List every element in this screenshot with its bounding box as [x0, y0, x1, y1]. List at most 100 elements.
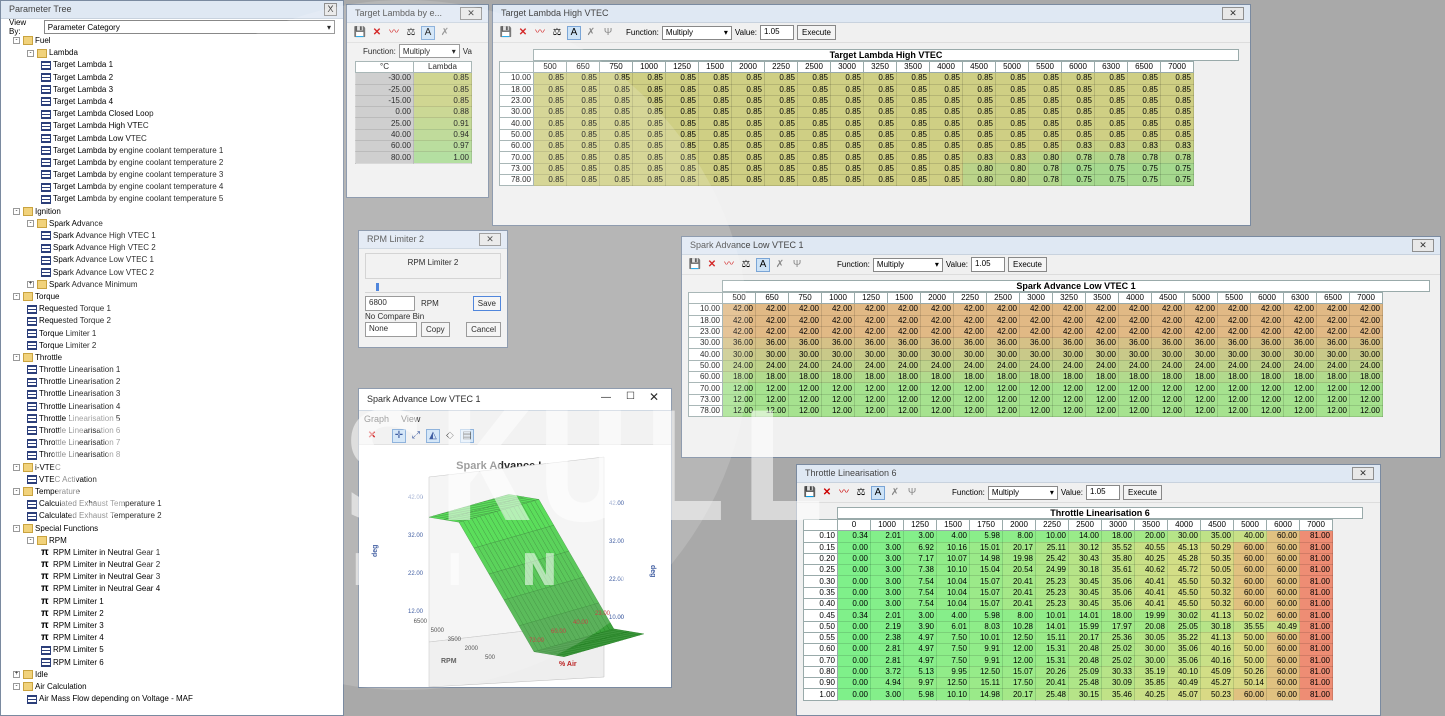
tree-item[interactable]: Throttle Linearisation 6	[13, 425, 343, 437]
table-cell[interactable]: 10.00	[1035, 530, 1069, 543]
table-cell[interactable]: 9.91	[969, 654, 1003, 667]
tree-item[interactable]: Target Lambda 4	[13, 96, 343, 108]
table-cell[interactable]: 0.85	[1127, 106, 1161, 119]
table-cell[interactable]: 0.85	[731, 94, 765, 108]
table-cell[interactable]: 7.54	[903, 598, 937, 611]
table-cell[interactable]: 12.00	[722, 382, 756, 395]
table-cell[interactable]: 12.00	[854, 393, 888, 406]
table-cell[interactable]: 12.00	[821, 404, 855, 418]
execute-button[interactable]: Execute	[1008, 257, 1047, 272]
table-cell[interactable]: 42.00	[920, 325, 954, 339]
table-cell[interactable]: 12.00	[920, 382, 954, 395]
table-cell[interactable]: 0.85	[731, 72, 765, 85]
table-cell[interactable]: 0.85	[698, 83, 732, 96]
table-cell[interactable]: 40.62	[1134, 564, 1168, 577]
table-cell[interactable]: 0.85	[599, 94, 633, 108]
table-cell[interactable]: 18.00	[1349, 371, 1383, 384]
table-cell[interactable]: 42.00	[1217, 314, 1251, 327]
table-cell[interactable]: 30.00	[986, 348, 1020, 361]
table-cell[interactable]: 42.00	[887, 314, 921, 327]
table-cell[interactable]: 15.07	[1002, 665, 1036, 679]
compare-select[interactable]: None	[365, 322, 417, 337]
table-cell[interactable]: 0.85	[731, 162, 765, 175]
lambda-cell[interactable]: 0.88	[413, 106, 472, 119]
table-cell[interactable]: 30.00	[854, 348, 888, 361]
table-cell[interactable]: 40.16	[1200, 654, 1234, 667]
table-cell[interactable]: 42.00	[788, 314, 822, 327]
table-cell[interactable]: 81.00	[1299, 631, 1333, 645]
table-cell[interactable]: 45.07	[1167, 688, 1201, 701]
table-cell[interactable]: 35.06	[1101, 586, 1135, 600]
table-cell[interactable]: 0.85	[830, 128, 864, 142]
table-cell[interactable]: 12.00	[1349, 382, 1383, 395]
table-cell[interactable]: 0.78	[1160, 151, 1194, 164]
table-cell[interactable]: 20.17	[1002, 541, 1036, 554]
table-cell[interactable]: 7.54	[903, 586, 937, 600]
tree-item[interactable]: Calculated Exhaust Temperature 2	[13, 510, 343, 522]
table-cell[interactable]: 20.41	[1002, 575, 1036, 588]
table-cell[interactable]: 0.00	[837, 665, 871, 679]
table-cell[interactable]: 50.00	[1233, 631, 1267, 645]
table-cell[interactable]: 0.85	[1061, 83, 1095, 96]
table-cell[interactable]: 36.00	[1349, 337, 1383, 350]
table-cell[interactable]: 42.00	[1085, 314, 1119, 327]
table-cell[interactable]: 0.85	[1094, 83, 1128, 96]
table-cell[interactable]: 0.80	[962, 162, 996, 175]
tree-item[interactable]: Calculated Exhaust Temperature 1	[13, 498, 343, 510]
table-cell[interactable]: 3.90	[903, 620, 937, 633]
table-cell[interactable]: 0.85	[1028, 106, 1062, 119]
table-cell[interactable]: 20.17	[1002, 688, 1036, 701]
lambda-ect-titlebar[interactable]: Target Lambda by e... ✕	[347, 5, 488, 23]
table-cell[interactable]: 0.85	[632, 128, 666, 142]
function-select[interactable]: Multiply ▾	[661, 25, 732, 40]
tree-item[interactable]: - Air Calculation	[13, 681, 343, 693]
table-cell[interactable]: 0.75	[1127, 173, 1161, 187]
table-cell[interactable]: 0.85	[1028, 117, 1062, 130]
value-input[interactable]: 1.05	[760, 25, 794, 40]
lambda-cell[interactable]: 0.94	[413, 128, 472, 142]
table-cell[interactable]: 12.00	[1019, 382, 1053, 395]
table-cell[interactable]: 42.00	[1118, 303, 1152, 316]
table-cell[interactable]: 30.00	[1316, 348, 1350, 361]
table-cell[interactable]: 17.97	[1101, 620, 1135, 633]
table-cell[interactable]: 60.00	[1266, 688, 1300, 701]
table-cell[interactable]: 0.85	[698, 94, 732, 108]
scale-icon[interactable]: ⚖	[854, 486, 868, 500]
table-cell[interactable]: 0.85	[731, 106, 765, 119]
table-cell[interactable]: 0.85	[533, 106, 567, 119]
table-cell[interactable]: 0.85	[764, 106, 798, 119]
table-cell[interactable]: 30.00	[920, 348, 954, 361]
table-cell[interactable]: 0.85	[929, 151, 963, 164]
tree-item[interactable]: VTEC Activation	[13, 474, 343, 486]
table-cell[interactable]: 81.00	[1299, 598, 1333, 611]
table-cell[interactable]: 0.85	[929, 117, 963, 130]
table-cell[interactable]: 60.00	[1233, 586, 1267, 600]
temperature-cell[interactable]: 0.00	[355, 106, 414, 119]
table-cell[interactable]: 42.00	[887, 303, 921, 316]
table-cell[interactable]: 42.00	[1283, 303, 1317, 316]
tree-item[interactable]: Target Lambda by engine coolant temperat…	[13, 145, 343, 157]
table-cell[interactable]: 45.50	[1167, 598, 1201, 611]
temperature-cell[interactable]: 60.00	[355, 140, 414, 153]
table-cell[interactable]: 12.50	[936, 677, 970, 690]
table-cell[interactable]: 6.01	[936, 620, 970, 633]
table-cell[interactable]: 42.00	[1283, 314, 1317, 327]
table-cell[interactable]: 18.00	[1184, 371, 1218, 384]
table-cell[interactable]: 30.00	[1250, 348, 1284, 361]
table-cell[interactable]: 42.00	[1184, 314, 1218, 327]
tools-icon[interactable]: ✗	[773, 258, 787, 272]
table-cell[interactable]: 15.31	[1035, 654, 1069, 667]
table-cell[interactable]: 12.00	[1316, 382, 1350, 395]
table-cell[interactable]: 0.85	[863, 72, 897, 85]
table-cell[interactable]: 24.00	[887, 359, 921, 373]
table-cell[interactable]: 15.11	[969, 677, 1003, 690]
tree-item[interactable]: Target Lambda Low VTEC	[13, 133, 343, 145]
table-cell[interactable]: 12.00	[788, 393, 822, 406]
table-cell[interactable]: 0.85	[1061, 128, 1095, 142]
table-cell[interactable]: 42.00	[788, 325, 822, 339]
table-cell[interactable]: 0.85	[1061, 117, 1095, 130]
table-cell[interactable]: 40.41	[1134, 586, 1168, 600]
table-cell[interactable]: 0.85	[566, 151, 600, 164]
table-cell[interactable]: 42.00	[755, 303, 789, 316]
table-cell[interactable]: 18.00	[953, 371, 987, 384]
